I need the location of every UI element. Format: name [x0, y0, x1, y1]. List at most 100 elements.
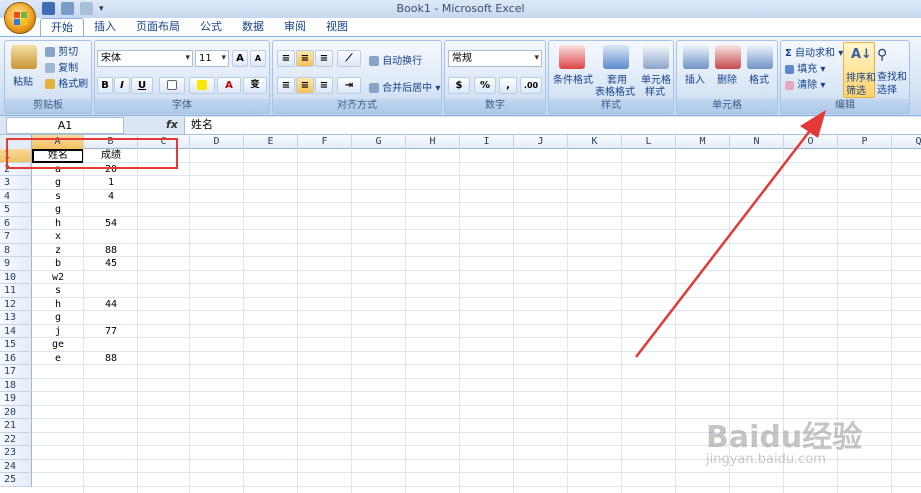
copy-button[interactable]: 复制: [45, 59, 78, 74]
row-header-12[interactable]: 12: [0, 297, 32, 311]
cell-B7[interactable]: [84, 230, 138, 244]
row-header-25[interactable]: 25: [0, 473, 32, 487]
tab-review[interactable]: 审阅: [274, 18, 316, 36]
cell-B21[interactable]: [84, 419, 138, 433]
redo-icon[interactable]: [80, 2, 93, 15]
cell-A10[interactable]: w2: [32, 271, 84, 285]
cell-B16[interactable]: 88: [84, 352, 138, 366]
align-center-button[interactable]: ≡: [296, 77, 314, 94]
cell-A16[interactable]: e: [32, 352, 84, 366]
cell-B9[interactable]: 45: [84, 257, 138, 271]
cell-A14[interactable]: j: [32, 325, 84, 339]
column-header-H[interactable]: H: [406, 135, 460, 149]
format-table-button[interactable]: 表格格式: [595, 83, 635, 98]
sort-filter-button[interactable]: A↓ 排序和 筛选: [843, 42, 876, 98]
cell-B4[interactable]: 4: [84, 190, 138, 204]
cell-B20[interactable]: [84, 406, 138, 420]
column-header-I[interactable]: I: [460, 135, 514, 149]
fill-button[interactable]: 填充 ▾: [785, 60, 825, 75]
cell-A25[interactable]: [32, 473, 84, 487]
cell-B6[interactable]: 54: [84, 217, 138, 231]
tab-page-layout[interactable]: 页面布局: [126, 18, 190, 36]
column-header-Q[interactable]: Q: [892, 135, 921, 149]
office-button[interactable]: [4, 2, 36, 34]
row-header-16[interactable]: 16: [0, 351, 32, 365]
cell-B17[interactable]: [84, 365, 138, 379]
paste-button[interactable]: 粘贴: [13, 73, 33, 88]
row-header-18[interactable]: 18: [0, 378, 32, 392]
shrink-font-button[interactable]: A: [250, 50, 266, 67]
cell-A23[interactable]: [32, 446, 84, 460]
cell-B10[interactable]: [84, 271, 138, 285]
paste-icon[interactable]: [11, 45, 37, 69]
tab-formulas[interactable]: 公式: [190, 18, 232, 36]
comma-button[interactable]: ,: [499, 77, 517, 94]
delete-cells-button[interactable]: 删除: [717, 71, 737, 86]
row-header-13[interactable]: 13: [0, 311, 32, 325]
cell-A8[interactable]: z: [32, 244, 84, 258]
cell-A9[interactable]: b: [32, 257, 84, 271]
column-header-J[interactable]: J: [514, 135, 568, 149]
cell-A5[interactable]: g: [32, 203, 84, 217]
row-header-8[interactable]: 8: [0, 243, 32, 257]
save-icon[interactable]: [42, 2, 55, 15]
autosum-button[interactable]: Σ 自动求和 ▾: [785, 44, 843, 59]
column-header-E[interactable]: E: [244, 135, 298, 149]
currency-button[interactable]: $: [448, 77, 470, 94]
formula-input[interactable]: 姓名: [184, 117, 921, 134]
column-header-G[interactable]: G: [352, 135, 406, 149]
insert-cells-button[interactable]: 插入: [685, 71, 705, 86]
row-header-9[interactable]: 9: [0, 257, 32, 271]
cell-A13[interactable]: g: [32, 311, 84, 325]
font-size-select[interactable]: 11: [195, 50, 229, 67]
row-header-3[interactable]: 3: [0, 176, 32, 190]
cell-A7[interactable]: x: [32, 230, 84, 244]
cell-B23[interactable]: [84, 446, 138, 460]
cell-A19[interactable]: [32, 392, 84, 406]
format-cells-button[interactable]: 格式: [749, 71, 769, 86]
font-color-button[interactable]: A: [217, 77, 241, 94]
tab-data[interactable]: 数据: [232, 18, 274, 36]
row-header-24[interactable]: 24: [0, 459, 32, 473]
column-header-D[interactable]: D: [190, 135, 244, 149]
grow-font-button[interactable]: A: [232, 50, 248, 67]
cell-A4[interactable]: s: [32, 190, 84, 204]
cell-B22[interactable]: [84, 433, 138, 447]
align-right-button[interactable]: ≡: [315, 77, 333, 94]
bold-button[interactable]: B: [97, 77, 113, 94]
cell-B14[interactable]: 77: [84, 325, 138, 339]
cell-A22[interactable]: [32, 433, 84, 447]
cell-A12[interactable]: h: [32, 298, 84, 312]
column-header-O[interactable]: O: [784, 135, 838, 149]
percent-button[interactable]: %: [474, 77, 496, 94]
cell-B18[interactable]: [84, 379, 138, 393]
cell-B3[interactable]: 1: [84, 176, 138, 190]
cell-B15[interactable]: [84, 338, 138, 352]
cell-A3[interactable]: g: [32, 176, 84, 190]
cell-B25[interactable]: [84, 473, 138, 487]
cell-styles-button[interactable]: 样式: [645, 83, 665, 98]
row-header-6[interactable]: 6: [0, 216, 32, 230]
cell-A21[interactable]: [32, 419, 84, 433]
customize-qat-icon[interactable]: ▾: [99, 4, 104, 14]
indent-button[interactable]: ⇥: [337, 77, 361, 94]
row-header-19[interactable]: 19: [0, 392, 32, 406]
cell-B11[interactable]: [84, 284, 138, 298]
cell-A6[interactable]: h: [32, 217, 84, 231]
row-header-14[interactable]: 14: [0, 324, 32, 338]
cell-B5[interactable]: [84, 203, 138, 217]
phonetic-button[interactable]: 变: [243, 77, 267, 94]
align-bottom-button[interactable]: ≡: [315, 50, 333, 67]
cell-A18[interactable]: [32, 379, 84, 393]
decimal-button[interactable]: .00: [520, 77, 542, 94]
cell-A17[interactable]: [32, 365, 84, 379]
insert-function-icon[interactable]: fx: [166, 118, 178, 131]
cell-A24[interactable]: [32, 460, 84, 474]
wrap-text-button[interactable]: 自动换行: [369, 52, 422, 67]
row-header-5[interactable]: 5: [0, 203, 32, 217]
format-painter-button[interactable]: 格式刷: [45, 75, 88, 90]
row-header-22[interactable]: 22: [0, 432, 32, 446]
cell-B19[interactable]: [84, 392, 138, 406]
merge-center-button[interactable]: 合并后居中 ▾: [369, 79, 440, 94]
row-header-20[interactable]: 20: [0, 405, 32, 419]
